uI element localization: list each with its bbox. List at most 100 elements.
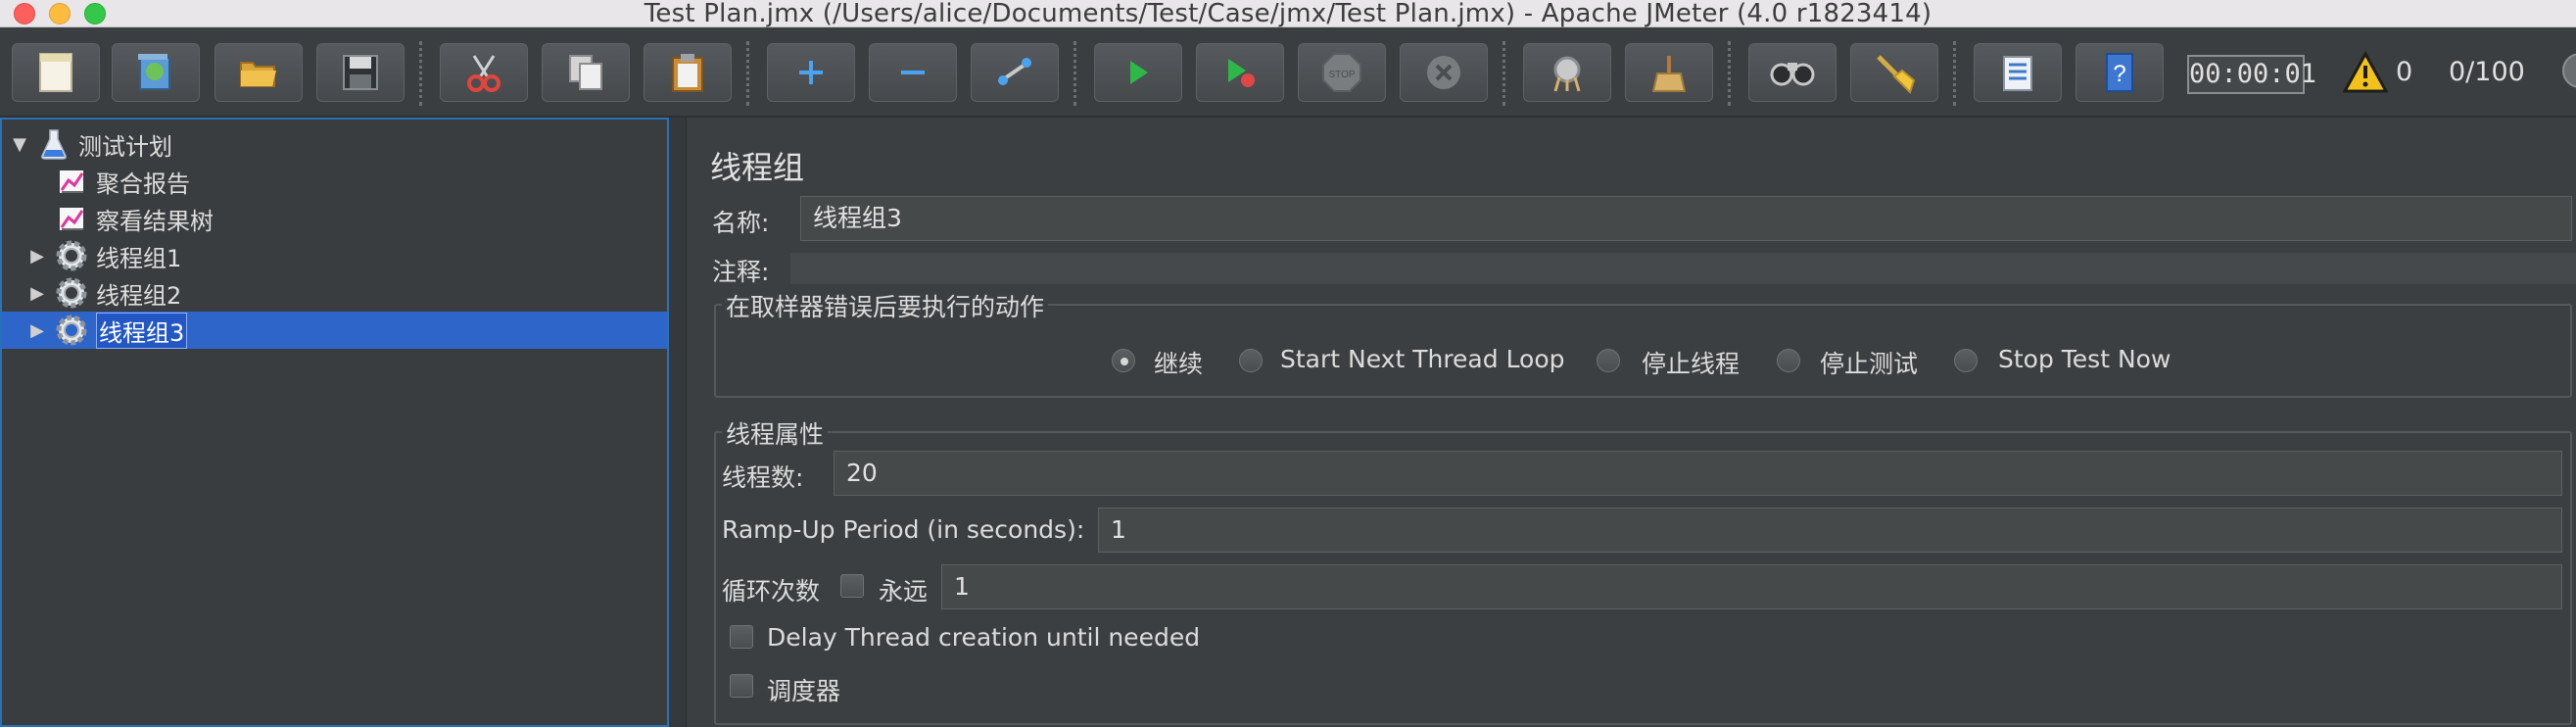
expand-triangle-icon[interactable]: ▶ [27,283,47,304]
tree-node-test-plan[interactable]: ▼ 测试计划 [10,125,172,163]
split-pane-divider[interactable] [669,118,687,727]
loop-forever-checkbox[interactable] [840,574,864,598]
save-button[interactable] [316,43,405,102]
test-plan-tree[interactable]: ▼ 测试计划 聚合报告 察看结果树 ▶ 线程组1 ▶ 线程组2 ▶ 线程组3 [0,118,669,727]
toggle-button[interactable] [971,43,1059,102]
loop-count-label: 循环次数 [722,577,821,606]
radio-continue-label[interactable]: 继续 [1154,345,1203,380]
expand-icon [799,61,823,84]
expand-triangle-icon[interactable]: ▶ [27,246,47,267]
window-title: Test Plan.jmx (/Users/alice/Documents/Te… [644,0,1932,28]
help-button[interactable]: ? [2075,43,2164,102]
gear-icon [53,238,90,273]
toolbar-separator [746,41,749,106]
search-icon [1770,63,1815,86]
stop-button[interactable]: STOP [1298,43,1386,102]
tree-node-label: 聚合报告 [96,170,190,198]
reset-search-button[interactable] [1850,43,1938,102]
tree-node-aggregate-report[interactable]: 聚合报告 [53,163,190,200]
flask-icon [35,126,72,162]
collapse-triangle-icon[interactable]: ▼ [10,134,29,155]
svg-text:STOP: STOP [1328,70,1355,80]
tree-node-thread-group-1[interactable]: ▶ 线程组1 [27,237,181,274]
search-button[interactable] [1748,43,1837,102]
comment-field[interactable] [790,253,2576,284]
paste-icon [672,54,703,92]
save-icon [343,55,378,90]
radio-stop-test[interactable] [1777,349,1800,372]
new-button[interactable] [12,43,100,102]
tree-node-label: 线程组1 [96,244,182,272]
toolbar-separator [419,41,422,106]
status-indicator-icon [2562,53,2576,88]
loop-forever-label[interactable]: 永远 [879,572,928,607]
cut-icon [467,55,501,92]
templates-icon [138,54,170,90]
paste-button[interactable] [644,43,732,102]
start-no-pauses-button[interactable] [1196,43,1284,102]
rampup-period-field[interactable]: 1 [1098,508,2562,553]
name-label: 名称: [712,209,770,237]
expand-triangle-icon[interactable]: ▶ [27,320,47,341]
error-count: 0 [2396,57,2413,87]
scheduler-label[interactable]: 调度器 [767,672,840,707]
gear-icon [53,313,90,348]
thread-group-panel: 线程组 名称: 线程组3 注释: 在取样器错误后要执行的动作 继续 Start … [687,118,2576,727]
tree-node-thread-group-3[interactable]: ▶ 线程组3 [2,312,667,349]
radio-start-next-thread-loop-label[interactable]: Start Next Thread Loop [1280,345,1565,373]
tree-node-label: 测试计划 [78,132,172,161]
gear-icon [53,275,90,311]
open-button[interactable] [215,43,303,102]
new-icon [39,53,72,92]
function-helper-button[interactable] [1974,43,2062,102]
start-no-pauses-icon [1228,59,1255,87]
templates-button[interactable] [112,43,200,102]
copy-icon [569,55,602,90]
start-icon [1130,61,1148,84]
start-button[interactable] [1094,43,1182,102]
radio-continue[interactable] [1112,349,1135,372]
svg-text:?: ? [2113,61,2125,87]
tree-node-view-results-tree[interactable]: 察看结果树 [53,200,214,237]
collapse-all-button[interactable] [869,43,957,102]
tree-node-label: 线程组3 [96,312,188,349]
radio-stop-thread-label[interactable]: 停止线程 [1642,345,1740,380]
delay-thread-creation-checkbox[interactable] [730,625,753,649]
tree-node-thread-group-2[interactable]: ▶ 线程组2 [27,274,181,312]
scheduler-checkbox[interactable] [730,674,753,698]
copy-button[interactable] [542,43,630,102]
clear-all-button[interactable] [1625,43,1713,102]
expand-all-button[interactable] [767,43,855,102]
radio-start-next-thread-loop[interactable] [1239,349,1263,372]
radio-stop-thread[interactable] [1597,349,1620,372]
open-icon [240,62,276,87]
comment-label: 注释: [712,258,770,286]
loop-count-field[interactable]: 1 [941,564,2562,609]
toggle-icon [997,58,1032,85]
toolbar-separator [1728,41,1731,106]
warning-icon[interactable] [2343,51,2388,94]
radio-stop-test-now[interactable] [1954,349,1978,372]
radio-stop-test-label[interactable]: 停止测试 [1820,345,1918,380]
elapsed-time: 00:00:01 [2187,55,2316,94]
toolbar-separator [1073,41,1076,106]
toolbar-separator [1953,41,1956,106]
clear-button[interactable] [1523,43,1611,102]
active-threads: 0/100 [2449,57,2525,87]
delay-thread-creation-label[interactable]: Delay Thread creation until needed [767,623,1200,652]
reset-search-icon [1877,55,1916,94]
name-field[interactable]: 线程组3 [800,196,2572,241]
toolbar-separator [1503,41,1505,106]
report-chart-icon [53,164,90,199]
function-helper-icon [2003,56,2032,91]
thread-properties-legend: 线程属性 [722,415,829,451]
threads-label: 线程数: [722,463,804,492]
tree-node-label: 线程组2 [96,281,182,310]
radio-stop-test-now-label[interactable]: Stop Test Now [1998,345,2171,373]
cut-button[interactable] [440,43,528,102]
number-of-threads-field[interactable]: 20 [834,451,2562,496]
tree-node-label: 察看结果树 [96,207,214,235]
sampler-error-action-legend: 在取样器错误后要执行的动作 [722,288,1049,323]
shutdown-button[interactable] [1400,43,1488,102]
panel-title: 线程组 [710,149,805,186]
